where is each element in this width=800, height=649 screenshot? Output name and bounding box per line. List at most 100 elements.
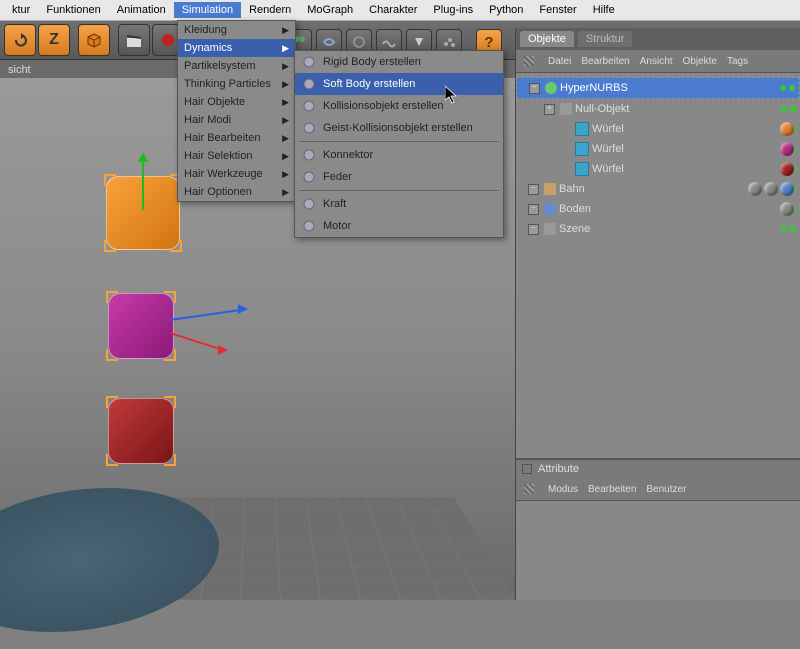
menu-item-thinking-particles[interactable]: Thinking Particles▶ xyxy=(178,75,295,93)
menu-item-hair-werkzeuge[interactable]: Hair Werkzeuge ▶ xyxy=(178,165,295,183)
menu-animation[interactable]: Animation xyxy=(109,2,174,18)
panel-menu-bearbeiten[interactable]: Bearbeiten xyxy=(581,56,629,67)
axis-x[interactable] xyxy=(171,332,219,349)
menu-simulation[interactable]: Simulation xyxy=(174,2,241,18)
menu-item-icon xyxy=(301,76,317,92)
simulation-menu[interactable]: Kleidung▶Dynamics▶ Partikelsystem ▶ Thinkin… xyxy=(177,20,296,202)
tree-row[interactable]: Würfel xyxy=(516,119,800,139)
menu-python[interactable]: Python xyxy=(481,2,531,18)
menu-item-konnektor[interactable]: Konnektor xyxy=(295,144,503,166)
tree-row[interactable]: −HyperNURBS xyxy=(516,77,800,99)
material-tag-icon[interactable] xyxy=(780,122,794,136)
submenu-arrow-icon: ▶ xyxy=(282,169,289,180)
undo-button[interactable] xyxy=(4,24,36,56)
tab-struktur[interactable]: Struktur xyxy=(578,31,633,47)
material-tag-icon[interactable] xyxy=(748,182,762,196)
menu-hilfe[interactable]: Hilfe xyxy=(585,2,623,18)
submenu-arrow-icon: ▶ xyxy=(282,61,289,72)
menu-item-motor[interactable]: Motor xyxy=(295,215,503,237)
menu-item-label: Hair Werkzeuge xyxy=(184,168,263,180)
menu-charakter[interactable]: Charakter xyxy=(361,2,425,18)
tag-row xyxy=(780,142,794,156)
tree-row[interactable]: +Null-Objekt xyxy=(516,99,800,119)
menu-item-icon xyxy=(301,169,317,185)
tree-row[interactable]: Würfel xyxy=(516,139,800,159)
tree-label: Würfel xyxy=(592,163,624,175)
menu-item-label: Partikelsystem xyxy=(184,60,256,72)
grip-icon xyxy=(524,484,534,494)
panel-menu-ansicht[interactable]: Ansicht xyxy=(640,56,673,67)
material-tag-icon[interactable] xyxy=(780,202,794,216)
expand-icon[interactable]: + xyxy=(544,104,555,115)
expand-icon[interactable]: − xyxy=(529,83,540,94)
material-tag-icon[interactable] xyxy=(764,182,778,196)
menu-item-label: Hair Objekte xyxy=(184,96,245,108)
panel-menu-tags[interactable]: Tags xyxy=(727,56,748,67)
tree-row[interactable]: − Bahn xyxy=(516,179,800,199)
menu-item-hair-modi[interactable]: Hair Modi▶ xyxy=(178,111,295,129)
attr-menu-benutzer[interactable]: Benutzer xyxy=(646,484,686,495)
tab-objekte[interactable]: Objekte xyxy=(520,31,574,47)
menu-funktionen[interactable]: Funktionen xyxy=(38,2,108,18)
tag-row xyxy=(780,162,794,176)
menu-ktur[interactable]: ktur xyxy=(4,2,38,18)
cube-tool-button[interactable] xyxy=(78,24,110,56)
menu-item-label: Hair Modi xyxy=(184,114,231,126)
dynamics-submenu[interactable]: Rigid Body erstellen Soft Body erstellen K… xyxy=(294,50,504,238)
menu-item-hair-objekte[interactable]: Hair Objekte▶ xyxy=(178,93,295,111)
attr-menu-modus[interactable]: Modus xyxy=(548,484,578,495)
clapper-button[interactable] xyxy=(118,24,150,56)
expand-icon[interactable]: − xyxy=(528,184,539,195)
menu-item-hair-bearbeiten[interactable]: Hair Bearbeiten▶ xyxy=(178,129,295,147)
menu-item-kraft[interactable]: Kraft xyxy=(295,193,503,215)
panel-tabs: Objekte Struktur xyxy=(516,28,800,50)
tree-row[interactable]: Würfel xyxy=(516,159,800,179)
floor-icon xyxy=(544,203,556,215)
menu-rendern[interactable]: Rendern xyxy=(241,2,299,18)
object-tree[interactable]: −HyperNURBS+Null-ObjektWürfelWürfelWürfe… xyxy=(516,73,800,271)
panel-menu-objekte[interactable]: Objekte xyxy=(683,56,717,67)
menu-item-geist-kollisionsobjekt-erstellen[interactable]: Geist-Kollisionsobjekt erstellen xyxy=(295,117,503,139)
panel-menu-datei[interactable]: Datei xyxy=(548,56,571,67)
menu-item-partikelsystem[interactable]: Partikelsystem ▶ xyxy=(178,57,295,75)
cube-icon xyxy=(575,162,589,176)
attr-menu-bearbeiten[interactable]: Bearbeiten xyxy=(588,484,636,495)
expand-icon[interactable] xyxy=(522,464,532,474)
cube-icon xyxy=(575,142,589,156)
viewport-cube-orange[interactable] xyxy=(106,176,180,250)
submenu-arrow-icon: ▶ xyxy=(282,133,289,144)
viewport-cube-red[interactable] xyxy=(108,398,174,464)
menu-item-hair-optionen[interactable]: Hair Optionen▶ xyxy=(178,183,295,201)
material-tag-icon[interactable] xyxy=(780,162,794,176)
menu-fenster[interactable]: Fenster xyxy=(531,2,584,18)
material-tag-icon[interactable] xyxy=(780,182,794,196)
tree-label: Bahn xyxy=(559,183,585,195)
submenu-arrow-icon: ▶ xyxy=(282,187,289,198)
attribute-manager: Attribute Modus Bearbeiten Benutzer xyxy=(516,458,800,600)
expand-icon[interactable]: − xyxy=(528,224,539,235)
object-manager: Objekte Struktur Datei Bearbeiten Ansich… xyxy=(515,28,800,600)
redo-button[interactable]: Z xyxy=(38,24,70,56)
tree-row[interactable]: −Szene xyxy=(516,219,800,239)
menu-mograph[interactable]: MoGraph xyxy=(299,2,361,18)
attribute-header: Attribute xyxy=(516,460,800,478)
viewport-cube-magenta[interactable] xyxy=(108,293,174,359)
submenu-arrow-icon: ▶ xyxy=(282,25,289,36)
expand-icon[interactable]: − xyxy=(528,204,539,215)
menu-item-icon xyxy=(301,218,317,234)
tag-row xyxy=(780,122,794,136)
menu-item-kollisionsobjekt-erstellen[interactable]: Kollisionsobjekt erstellen xyxy=(295,95,503,117)
menu-item-hair-selektion[interactable]: Hair Selektion▶ xyxy=(178,147,295,165)
menu-plug-ins[interactable]: Plug-ins xyxy=(425,2,481,18)
material-tag-icon[interactable] xyxy=(780,142,794,156)
menu-item-rigid-body-erstellen[interactable]: Rigid Body erstellen xyxy=(295,51,503,73)
menu-item-label: Konnektor xyxy=(323,149,373,161)
menu-item-icon xyxy=(301,120,317,136)
menu-item-feder[interactable]: Feder xyxy=(295,166,503,188)
menu-item-dynamics[interactable]: Dynamics▶ xyxy=(178,39,295,57)
menu-item-label: Soft Body erstellen xyxy=(323,78,415,90)
tree-row[interactable]: −Boden xyxy=(516,199,800,219)
axis-z[interactable] xyxy=(170,309,240,321)
menu-item-soft-body-erstellen[interactable]: Soft Body erstellen xyxy=(295,73,503,95)
menu-item-kleidung[interactable]: Kleidung▶ xyxy=(178,21,295,39)
